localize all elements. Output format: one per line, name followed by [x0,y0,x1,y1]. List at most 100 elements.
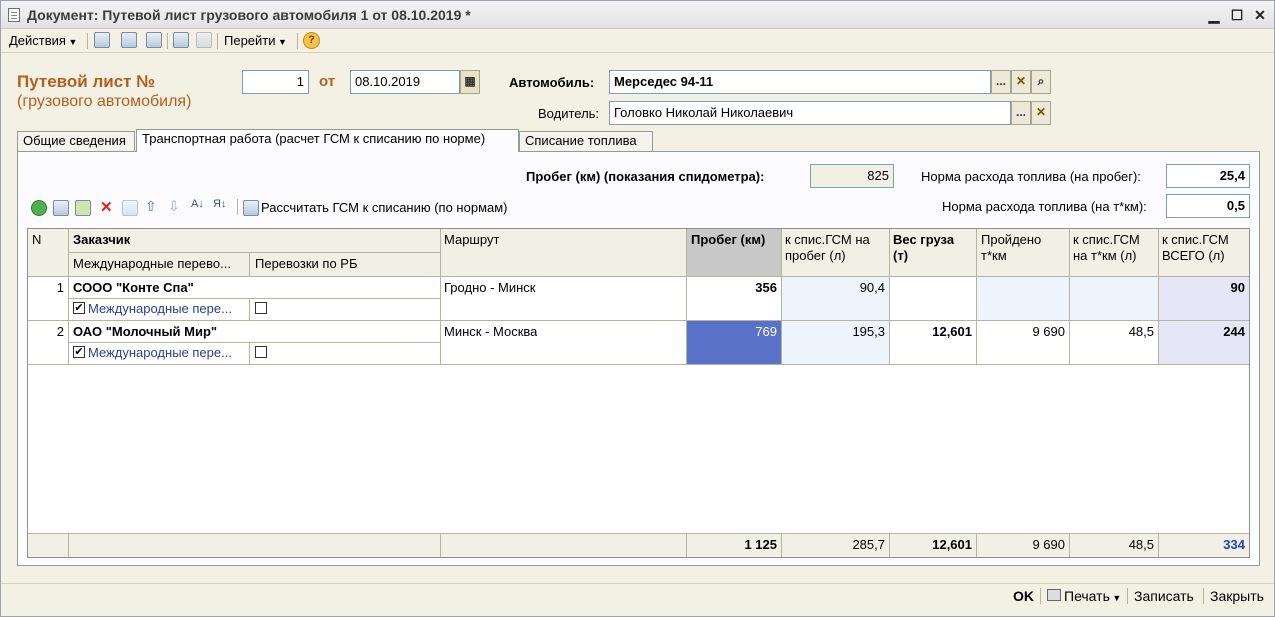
row-mileage[interactable]: 769 [687,324,777,339]
move-up-icon[interactable]: ⇧ [145,198,157,215]
row-customer[interactable]: ОАО "Молочный Мир" [73,324,217,339]
col-intl: Международные перево... [73,256,231,271]
row-mileage[interactable]: 356 [687,280,777,295]
vehicle-field[interactable]: Мерседес 94-11 [609,70,991,94]
grid-line [68,229,69,364]
grid-line [28,276,1249,277]
copy-icon[interactable] [146,32,162,48]
ok-button[interactable]: OK [1013,584,1034,617]
row-fuel-mileage[interactable]: 195,3 [781,324,885,339]
printer-icon [1047,589,1061,601]
document-export-icon[interactable] [173,32,189,48]
bottom-separator [1040,588,1041,604]
save-button[interactable]: Записать [1134,584,1194,617]
total-fuel-total: 334 [1223,537,1245,552]
sort-desc-icon[interactable]: Я↓ [213,198,226,210]
transport-table: N Заказчик Международные перево... Перев… [27,228,1250,558]
sort-asc-icon[interactable]: A↓ [191,198,204,210]
goto-menu[interactable]: Перейти ▼ [224,32,287,50]
calculate-icon[interactable] [243,200,259,216]
print-menu[interactable]: Печать ▼ [1064,584,1121,617]
grid-line [889,229,890,364]
document-icon [8,8,20,22]
col-weight-line1: Вес груза [893,232,955,247]
rb-checkbox[interactable] [255,346,267,358]
grid-line [1158,229,1159,364]
grid-line [889,533,890,557]
grid-line [1158,533,1159,557]
date-field[interactable]: 08.10.2019 [350,70,460,94]
col-rb: Перевозки по РБ [255,256,358,271]
total-tkm: 9 690 [1032,537,1065,552]
row-fuel-tkm[interactable]: 48,5 [1069,324,1154,339]
actions-menu[interactable]: Действия ▼ [9,32,77,50]
col-weight-line2: (т) [893,248,909,263]
move-down-icon[interactable]: ⇩ [168,198,180,215]
title-bar: Документ: Путевой лист грузового автомоб… [1,1,1274,29]
grid-line [1069,229,1070,364]
vehicle-clear-icon[interactable]: ✕ [1011,70,1031,94]
print-label: Печать [1064,588,1110,604]
tab-general[interactable]: Общие сведения [17,131,135,151]
grid-line [440,533,441,557]
driver-pick-button[interactable]: ... [1011,101,1031,125]
maximize-icon[interactable]: ☐ [1228,6,1246,24]
total-weight: 12,601 [932,537,972,552]
help-icon[interactable]: ? [303,32,320,49]
col-fuel-total-line2: ВСЕГО (л) [1162,248,1225,263]
refresh-icon[interactable] [121,32,137,48]
row-fuel-mileage[interactable]: 90,4 [781,280,885,295]
grid-line [68,533,69,557]
grid-line [249,298,250,320]
minimize-icon[interactable]: ▁ [1205,6,1223,24]
vehicle-search-icon[interactable]: ⌕ [1031,70,1051,94]
number-field[interactable]: 1 [242,70,309,94]
toolbar-separator [297,33,298,49]
edit-row-icon[interactable] [75,200,91,216]
norm-mileage-field[interactable]: 25,4 [1166,164,1250,188]
mileage-field[interactable]: 825 [810,164,894,188]
row-fuel-total[interactable]: 90 [1158,280,1245,295]
delete-row-icon[interactable]: ✕ [100,198,113,216]
col-fuel-mileage-line1: к спис.ГСМ на [785,232,870,247]
total-fuel-mileage: 285,7 [852,537,885,552]
document-window: Документ: Путевой лист грузового автомоб… [0,0,1275,617]
col-fuel-total-line1: к спис.ГСМ [1162,232,1229,247]
rb-checkbox[interactable] [255,302,267,314]
row-tkm[interactable]: 9 690 [976,324,1065,339]
row-route[interactable]: Минск - Москва [444,324,537,339]
grid-line [781,533,782,557]
tab-fuel-writeoff[interactable]: Списание топлива [519,131,653,151]
intl-label: Международные пере... [88,345,232,360]
row-weight[interactable]: 12,601 [889,324,972,339]
col-route: Маршрут [444,232,500,247]
driver-clear-icon[interactable]: ✕ [1031,101,1051,125]
add-row-icon[interactable] [31,200,47,216]
col-fuel-mileage-line2: пробег (л) [785,248,846,263]
norm-tkm-field[interactable]: 0,5 [1166,194,1250,218]
structure-icon[interactable] [196,32,212,48]
toolbar: Действия ▼ Перейти ▼ ? [1,29,1274,53]
post-icon[interactable] [94,32,110,48]
grid-line [249,342,250,364]
goto-label: Перейти [224,33,276,48]
save-row-icon[interactable] [122,200,138,216]
col-tkm-line1: Пройдено [981,232,1042,247]
intl-checkbox[interactable]: ✔ [73,302,85,314]
grid-line [686,229,687,364]
grid-line [781,229,782,364]
intl-checkbox[interactable]: ✔ [73,346,85,358]
row-customer[interactable]: СООО "Конте Спа" [73,280,194,295]
close-icon[interactable]: ✕ [1251,6,1269,24]
tab-transport-work[interactable]: Транспортная работа (расчет ГСМ к списан… [136,129,519,152]
copy-row-icon[interactable] [53,200,69,216]
calculate-fuel-button[interactable]: Рассчитать ГСМ к списанию (по нормам) [261,200,508,215]
driver-field[interactable]: Головко Николай Николаевич [609,101,1011,125]
vehicle-pick-button[interactable]: ... [991,70,1011,94]
row-fuel-total[interactable]: 244 [1158,324,1245,339]
grid-line [976,533,977,557]
doc-title: Путевой лист № [17,72,156,91]
close-button[interactable]: Закрыть [1210,584,1264,617]
row-route[interactable]: Гродно - Минск [444,280,536,295]
calendar-icon[interactable]: ▦ [460,70,480,94]
